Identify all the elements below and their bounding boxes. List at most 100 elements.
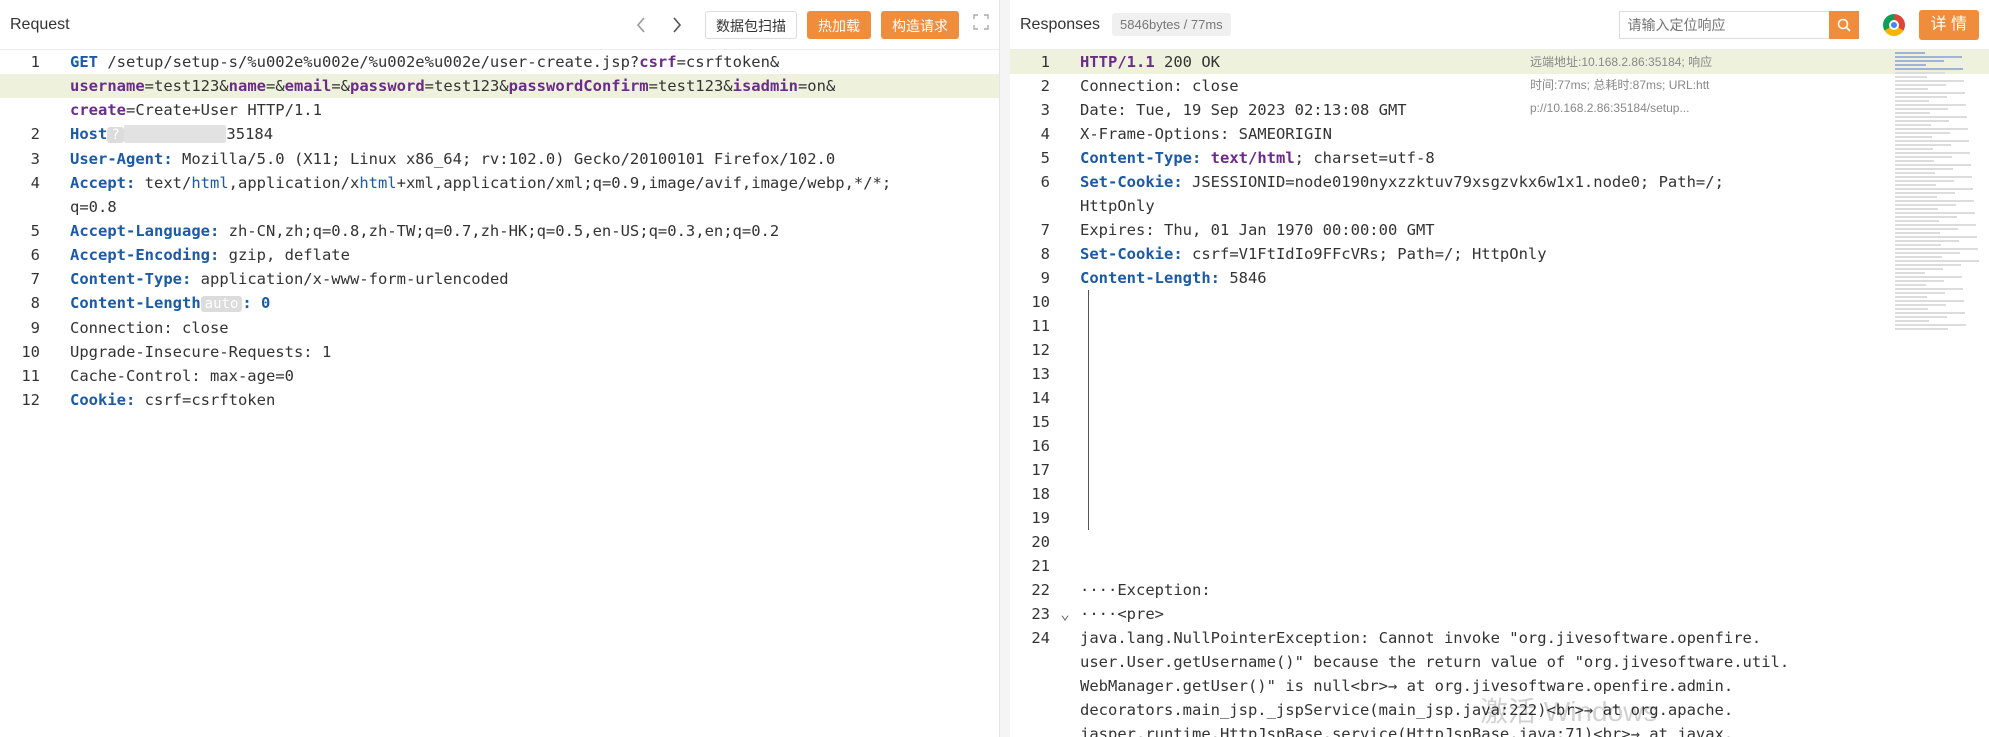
minimap-line [1895, 264, 1961, 266]
line-number: 5 [1040, 149, 1050, 167]
gutter [1050, 626, 1080, 650]
code-token: HTTP/1.1 [1080, 53, 1155, 71]
code-token: =& [265, 77, 285, 95]
gutter [1050, 698, 1080, 722]
build-request-button[interactable]: 构造请求 [881, 10, 959, 39]
code-token: email [284, 77, 332, 95]
gutter [1050, 722, 1080, 737]
gutter [40, 388, 70, 412]
code-token: 5846 [1219, 269, 1267, 287]
code-line: 8 Content-Length auto: 0 [0, 291, 999, 316]
gutter [1050, 530, 1080, 554]
line-number [1010, 650, 1050, 674]
line-number: 12 [21, 391, 40, 409]
gutter [1050, 50, 1080, 74]
minimap-line [1895, 284, 1926, 286]
line-number: 23 [1031, 605, 1050, 623]
minimap-line [1895, 228, 1958, 230]
line-number: 8 [30, 294, 40, 312]
minimap-line [1895, 172, 1935, 174]
minimap-line [1895, 100, 1929, 102]
minimap-line [1895, 232, 1940, 234]
code-token: zh-CN,zh;q=0.8,zh-TW;q=0.7,zh-HK;q=0.5,e… [219, 222, 780, 240]
gutter [1050, 266, 1080, 290]
gutter [1050, 434, 1080, 458]
request-toolbar: Request 数据包扫描 热加载 构造请求 [0, 0, 999, 50]
gutter [40, 50, 70, 74]
code-token: Content-Length: [1080, 269, 1220, 287]
detail-button[interactable]: 详 情 [1918, 9, 1979, 40]
gutter [40, 122, 70, 147]
code-text: X-Frame-Options: SAMEORIGIN [1080, 122, 1855, 146]
response-editor[interactable]: 1 HTTP/1.1 200 OK 2 Connection: close 3 Date:… [1010, 50, 1989, 737]
packet-scan-button[interactable]: 数据包扫描 [705, 10, 797, 39]
code-token: Connection: close [1080, 77, 1239, 95]
app-window: Request 数据包扫描 热加载 构造请求 1 GET /setup/setup… [0, 0, 1989, 737]
search-input[interactable] [1618, 10, 1829, 39]
pane-divider[interactable] [1000, 0, 1010, 737]
code-line: 4 X-Frame-Options: SAMEORIGIN [1010, 122, 1989, 146]
code-text: Accept-Encoding: gzip, deflate [70, 243, 985, 267]
code-line: 7 Content-Type: application/x-www-form-ur… [0, 267, 999, 291]
gutter [40, 98, 70, 122]
minimap-line [1895, 180, 1954, 182]
code-line: create=Create+User HTTP/1.1 [0, 98, 999, 122]
code-token: name [228, 77, 266, 95]
expand-icon[interactable] [973, 14, 989, 35]
gutter [1050, 674, 1080, 698]
minimap-line [1895, 244, 1941, 246]
code-line: 1 GET /setup/setup-s/%u002e%u002e/%u002e%… [0, 50, 999, 74]
minimap[interactable] [1889, 50, 1989, 380]
line-number: 7 [30, 270, 40, 288]
chevron-left-icon[interactable] [629, 13, 653, 37]
code-line: 3 User-Agent: Mozilla/5.0 (X11; Linux x86… [0, 147, 999, 171]
code-token: =Create+User HTTP/1.1 [126, 101, 322, 119]
minimap-line [1895, 108, 1948, 110]
code-line: 9 Content-Length: 5846 [1010, 266, 1989, 290]
chevron-down-icon[interactable]: ⌄ [1050, 602, 1080, 626]
code-line: 22 ····Exception: [1010, 578, 1989, 602]
minimap-line [1895, 176, 1972, 178]
minimap-line [1895, 104, 1966, 106]
gutter [40, 171, 70, 195]
host-tag: ? [107, 127, 124, 143]
minimap-line [1895, 256, 1942, 258]
minimap-line [1895, 120, 1949, 122]
code-token: Accept: [70, 174, 136, 192]
chrome-icon[interactable] [1882, 13, 1905, 36]
minimap-line [1895, 312, 1965, 314]
chevron-right-icon[interactable] [665, 13, 689, 37]
code-line: 9 Connection: close [0, 316, 999, 340]
line-number: 8 [1040, 245, 1050, 263]
gutter [1050, 410, 1080, 434]
minimap-line [1895, 60, 1944, 62]
code-line: 18 [1010, 482, 1989, 506]
line-number: 13 [1031, 365, 1050, 383]
code-token: password [350, 77, 425, 95]
auto-tag[interactable]: auto [200, 296, 243, 312]
hot-load-button[interactable]: 热加载 [807, 10, 871, 39]
code-line: 19 [1010, 506, 1989, 530]
minimap-line [1895, 184, 1936, 186]
code-token: =test123& [144, 77, 229, 95]
line-number: 3 [30, 150, 40, 168]
code-token: 200 OK [1154, 53, 1220, 71]
search-icon[interactable] [1828, 10, 1859, 39]
code-token: GET [70, 53, 98, 71]
gutter [1050, 386, 1080, 410]
minimap-line [1895, 164, 1971, 166]
code-text: user.User.getUsername()" because the ret… [1080, 650, 1855, 674]
line-number [1010, 194, 1050, 218]
code-text: ····<pre> [1080, 602, 1855, 626]
line-number: 17 [1031, 461, 1050, 479]
gutter [40, 291, 70, 316]
gutter [40, 364, 70, 388]
minimap-line [1895, 92, 1965, 94]
minimap-line [1895, 156, 1952, 158]
request-editor[interactable]: 1 GET /setup/setup-s/%u002e%u002e/%u002e%… [0, 50, 999, 737]
line-number [0, 195, 40, 219]
code-token: Set-Cookie: [1080, 173, 1183, 191]
code-text: Content-Type: application/x-www-form-url… [70, 267, 985, 291]
